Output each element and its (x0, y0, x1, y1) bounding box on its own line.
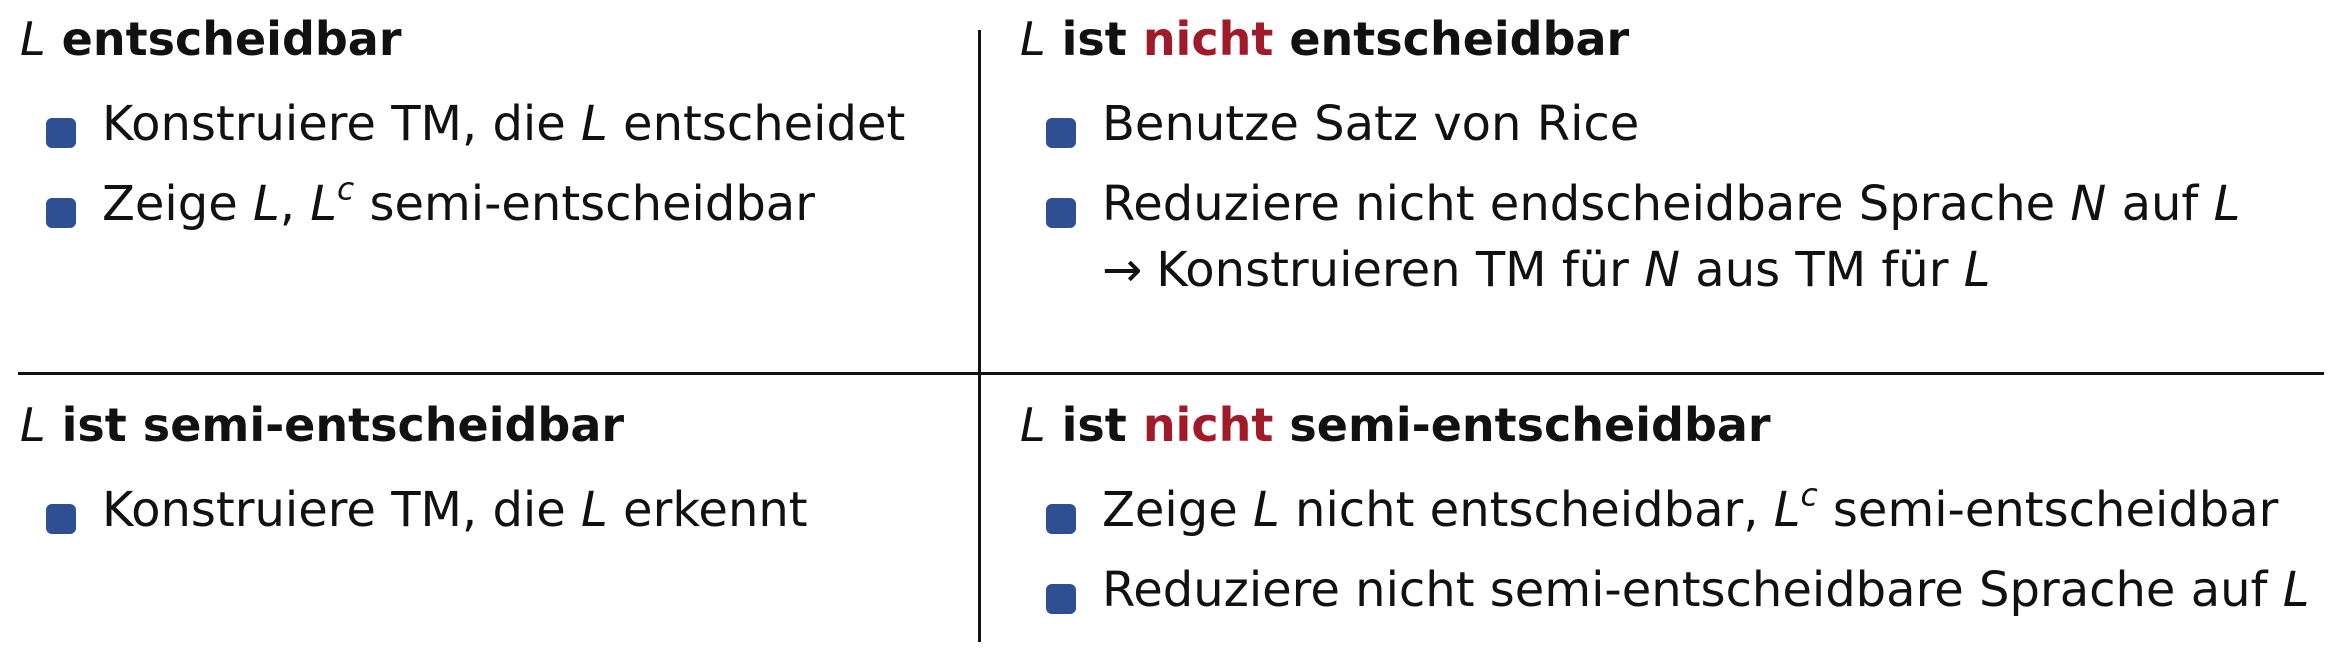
bullet-square-icon (1046, 197, 1076, 228)
cell-not-semi-decidable: L ist nicht semi-entscheidbar Zeige L ni… (1020, 402, 2309, 644)
list-item: Konstruiere TM, die L entscheidet (20, 96, 906, 152)
item-text: semi-entscheidbar (1817, 482, 2279, 538)
item-var: L (2213, 175, 2241, 232)
bullet-square-icon (46, 118, 76, 148)
horizontal-divider (18, 372, 2324, 375)
item-var: L (1253, 482, 1280, 538)
heading-text: semi-entscheidbar (1289, 398, 1771, 452)
vertical-divider (978, 30, 981, 642)
item-text: entscheidet (607, 96, 906, 152)
heading-not-decidable: L ist nicht entscheidbar (1020, 16, 2240, 62)
heading-semi-decidable: L ist semi-entscheidbar (20, 402, 808, 448)
item-text: Reduziere nicht semi-entscheidbare Sprac… (1102, 561, 2283, 618)
heading-var: L (20, 398, 46, 452)
item-var: L (310, 175, 338, 232)
item-continuation: → Konstruieren TM für N aus TM für L (1102, 241, 2240, 298)
heading-text: ist semi-entscheidbar (61, 398, 625, 452)
item-text: Reduziere nicht endscheidbare Sprache (1102, 175, 2071, 232)
item-text: auf (2106, 175, 2214, 232)
bullet-list: Konstruiere TM, die L erkennt (20, 482, 808, 538)
item-var: N (2070, 175, 2107, 232)
item-var: L (581, 482, 608, 538)
list-item: Konstruiere TM, die L erkennt (20, 482, 808, 538)
heading-decidable: L entscheidbar (20, 16, 905, 62)
list-item: Reduziere nicht endscheidbare Sprache N … (1020, 175, 2241, 298)
bullet-square-icon (1046, 504, 1076, 534)
item-text: , (279, 175, 311, 232)
bullet-list: Konstruiere TM, die L entscheidet Zeige … (20, 96, 906, 232)
heading-negation: nicht (1142, 12, 1274, 66)
heading-text: entscheidbar (61, 12, 402, 66)
slide-content: L entscheidbar Konstruiere TM, die L ent… (0, 0, 2342, 662)
item-var: L (581, 96, 608, 152)
item-text: Konstruieren TM für (1156, 241, 1645, 298)
heading-text: entscheidbar (1289, 12, 1630, 66)
right-arrow-icon: → (1102, 241, 1143, 298)
item-text: Benutze Satz von Rice (1102, 96, 1640, 152)
list-item: Zeige L nicht entscheidbar, Lc semi-ents… (1020, 480, 2309, 538)
item-var: L (253, 175, 280, 232)
item-var: L (1963, 241, 1991, 298)
item-var: L (2282, 561, 2310, 618)
cell-decidable: L entscheidbar Konstruiere TM, die L ent… (20, 16, 905, 258)
item-text: Konstruiere TM, die (102, 96, 582, 152)
bullet-square-icon (1046, 118, 1076, 148)
bullet-list: Zeige L nicht entscheidbar, Lc semi-ents… (1020, 480, 2310, 618)
heading-var: L (1020, 12, 1046, 66)
heading-var: L (20, 12, 46, 66)
bullet-square-icon (46, 504, 76, 534)
list-item: Reduziere nicht semi-entscheidbare Sprac… (1020, 561, 2310, 618)
item-superscript: c (337, 171, 355, 208)
item-text: Konstruiere TM, die (102, 482, 582, 538)
item-text: Zeige (102, 175, 254, 232)
item-text: Zeige (1102, 482, 1254, 538)
cell-semi-decidable: L ist semi-entscheidbar Konstruiere TM, … (20, 402, 808, 564)
list-item: Zeige L, Lc semi-entscheidbar (20, 174, 905, 232)
item-superscript: c (1800, 477, 1818, 514)
heading-var: L (1020, 398, 1046, 452)
bullet-list: Benutze Satz von Rice Reduziere nicht en… (1020, 96, 2241, 298)
cell-not-decidable: L ist nicht entscheidbar Benutze Satz vo… (1020, 16, 2240, 323)
bullet-square-icon (46, 197, 76, 228)
bullet-square-icon (1046, 583, 1076, 614)
heading-negation: nicht (1142, 398, 1274, 452)
item-var: N (1644, 241, 1681, 298)
item-text: erkennt (607, 482, 808, 538)
item-text: nicht entscheidbar, (1279, 482, 1774, 538)
item-var: L (1773, 482, 1801, 538)
heading-not-semi-decidable: L ist nicht semi-entscheidbar (1020, 402, 2309, 448)
item-text: aus TM für (1680, 241, 1964, 298)
heading-pre: ist (1061, 12, 1127, 66)
list-item: Benutze Satz von Rice (1020, 96, 2240, 152)
item-text: semi-entscheidbar (354, 175, 815, 232)
heading-pre: ist (1061, 398, 1127, 452)
